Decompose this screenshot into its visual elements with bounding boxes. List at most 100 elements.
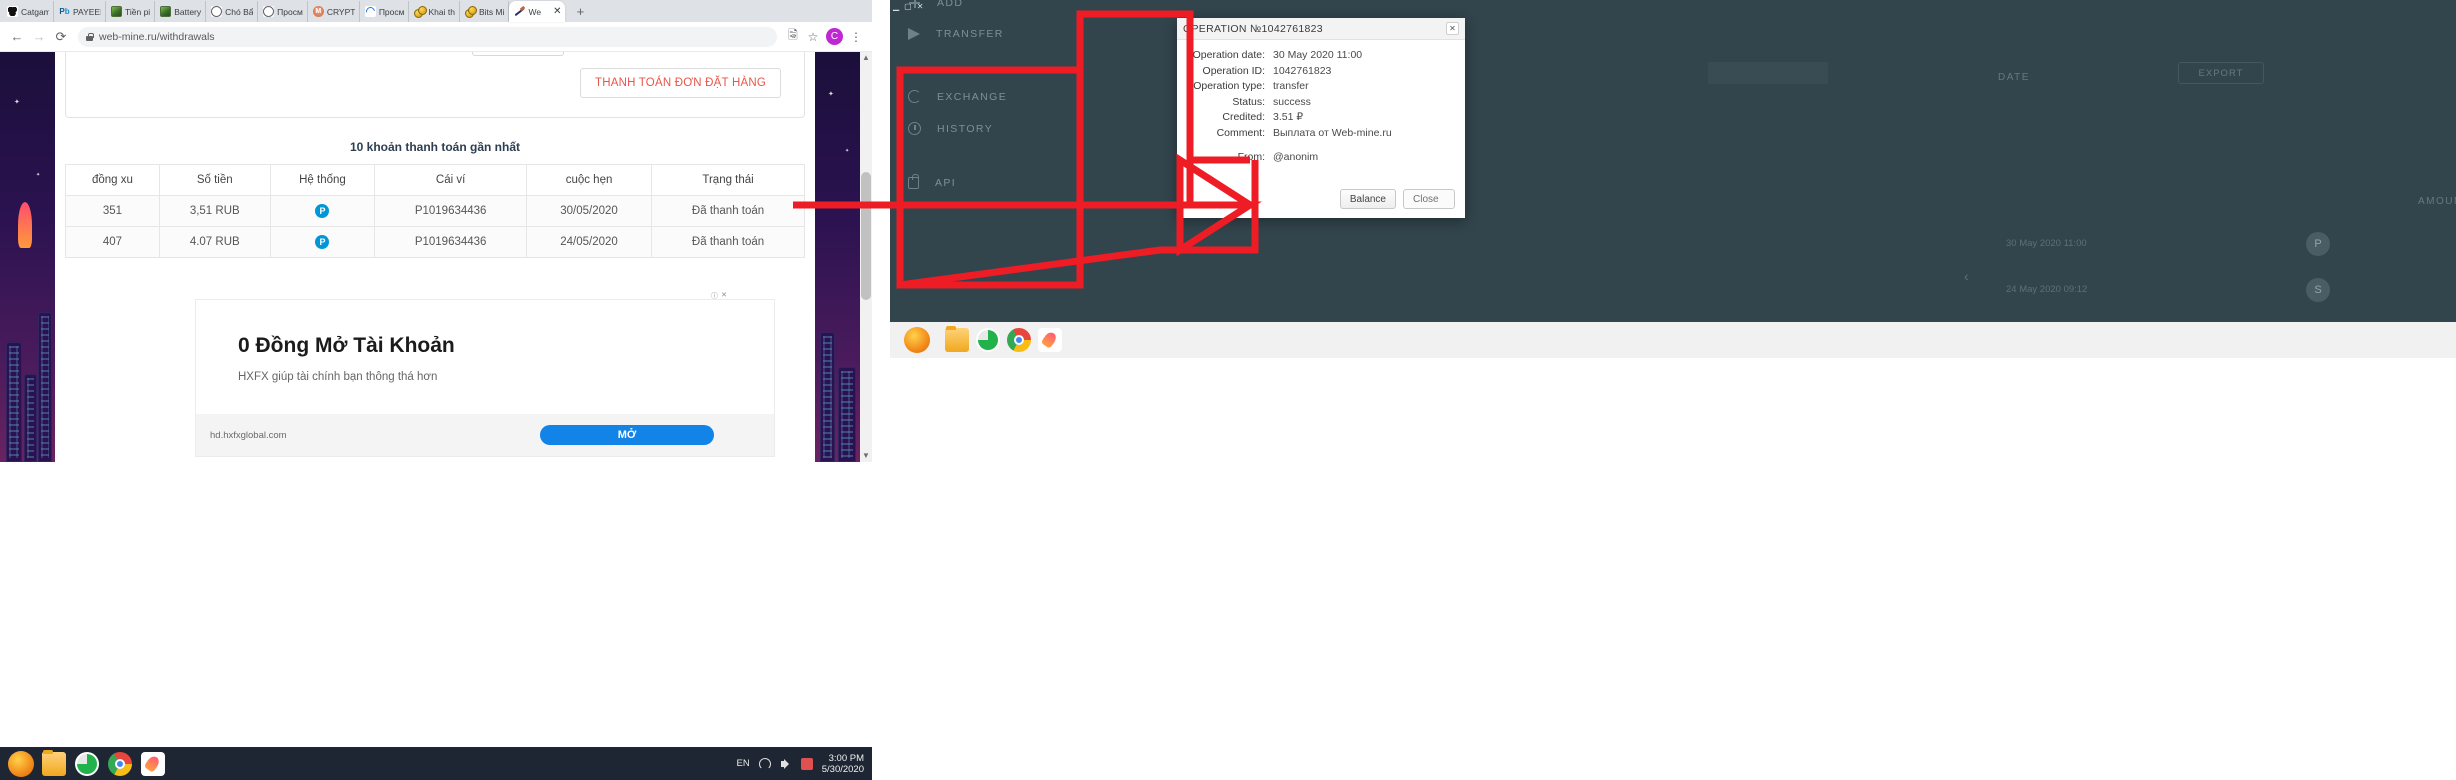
sidebar-item-api[interactable]: API bbox=[908, 174, 957, 189]
order-panel: THANH TOÁN ĐƠN ĐẶT HÀNG bbox=[65, 52, 805, 118]
wifi-icon[interactable] bbox=[758, 757, 771, 770]
dialog-titlebar: OPERATION №1042761823 ✕ bbox=[1177, 18, 1465, 40]
star-decoration: ✦ bbox=[845, 148, 850, 154]
rocket-app-icon[interactable] bbox=[1038, 328, 1062, 352]
reload-icon[interactable]: ⟳ bbox=[50, 26, 72, 48]
scroll-down-icon[interactable]: ▼ bbox=[861, 452, 871, 460]
tab-label: Chó Bẩ bbox=[225, 6, 254, 17]
sidebar-item-label: API bbox=[935, 177, 957, 189]
column-header-date: cuộc hẹn bbox=[525, 164, 653, 196]
rocket-app-icon[interactable] bbox=[141, 751, 165, 776]
chrome-icon[interactable] bbox=[1007, 328, 1031, 352]
pay-order-button[interactable]: THANH TOÁN ĐƠN ĐẶT HÀNG bbox=[579, 68, 781, 98]
scroll-up-icon[interactable]: ▲ bbox=[861, 54, 871, 62]
close-button[interactable]: Close bbox=[1403, 189, 1455, 209]
ad-info-icon[interactable]: ⓘ bbox=[711, 291, 718, 301]
browser-menu-icon[interactable]: ⋮ bbox=[846, 27, 866, 47]
cell-system: P bbox=[269, 195, 376, 227]
browser-tab-prosm-1[interactable]: Просм bbox=[258, 1, 308, 22]
ad-cta-button[interactable]: MỞ bbox=[540, 425, 714, 445]
prev-page-icon[interactable]: ‹ bbox=[1964, 268, 1969, 284]
close-icon[interactable]: ✕ bbox=[1446, 22, 1459, 35]
field-credited: Credited: 3.51 ₽ bbox=[1187, 111, 1455, 123]
field-value: success bbox=[1273, 95, 1311, 108]
tab-label: We bbox=[528, 6, 542, 17]
back-icon[interactable]: ← bbox=[6, 26, 28, 48]
sidebar-item-exchange[interactable]: EXCHANGE bbox=[908, 90, 1007, 103]
ad-footer: hd.hxfxglobal.com MỞ bbox=[196, 414, 774, 456]
translate-icon[interactable]: 🗟 bbox=[783, 27, 803, 47]
sidebar-item-transfer[interactable]: TRANSFER bbox=[908, 28, 1004, 40]
browser-tab-catgam[interactable]: Catgam bbox=[2, 1, 54, 22]
new-tab-button[interactable]: + bbox=[569, 1, 591, 22]
building-decoration bbox=[38, 312, 52, 462]
export-button[interactable]: EXPORT bbox=[2178, 62, 2264, 84]
table-row[interactable]: 351 3,51 RUB P P1019634436 30/05/2020 Đã… bbox=[65, 195, 805, 227]
taskbar-clock[interactable]: 3:00 PM 5/30/2020 bbox=[822, 753, 864, 775]
language-indicator[interactable]: EN bbox=[737, 758, 750, 769]
dialog-actions: Balance Close bbox=[1339, 189, 1455, 209]
browser-tab-web-mine-active[interactable]: We ✕ bbox=[509, 1, 566, 22]
green-app-icon[interactable] bbox=[75, 751, 99, 776]
field-value: 3.51 ₽ bbox=[1273, 111, 1304, 123]
chrome-icon[interactable] bbox=[108, 751, 132, 776]
column-header-coin: đồng xu bbox=[65, 164, 160, 196]
balance-button[interactable]: Balance bbox=[1339, 189, 1396, 209]
browser-tab-crypto[interactable]: CRYPTO bbox=[308, 1, 360, 22]
sidebar-item-add[interactable]: ADD bbox=[908, 0, 963, 9]
operation-badge: S bbox=[2306, 278, 2330, 302]
sidebar-item-history[interactable]: HISTORY bbox=[908, 122, 993, 135]
start-orb-icon[interactable] bbox=[8, 750, 34, 777]
dialog-body: Operation date: 30 May 2020 11:00 Operat… bbox=[1177, 40, 1465, 163]
browser-tab-prosm-2[interactable]: Просм bbox=[360, 1, 410, 22]
browser-tab-bits-mi[interactable]: Bits Mi bbox=[460, 1, 510, 22]
browser-tab-cho-ba[interactable]: Chó Bẩ bbox=[206, 1, 259, 22]
building-decoration bbox=[820, 332, 835, 462]
amount-input[interactable] bbox=[472, 52, 564, 56]
plus-icon bbox=[908, 0, 921, 9]
start-orb-icon[interactable] bbox=[904, 327, 930, 353]
history-icon bbox=[908, 122, 921, 135]
system-tray: EN 3:00 PM 5/30/2020 bbox=[737, 747, 864, 780]
browser-tab-battery[interactable]: Battery bbox=[155, 1, 207, 22]
star-decoration: ✦ bbox=[36, 172, 41, 178]
globe-icon bbox=[263, 6, 275, 17]
field-operation-id: Operation ID: 1042761823 bbox=[1187, 65, 1455, 77]
close-icon[interactable]: ✕ bbox=[551, 6, 561, 17]
browser-tab-tien-pi[interactable]: Tiền pi bbox=[106, 1, 156, 22]
payeer-icon: P bbox=[315, 235, 330, 249]
payeer-icon: Pb bbox=[59, 7, 70, 16]
amount-column-label: AMOUNT bbox=[2418, 196, 2456, 207]
filter-field[interactable] bbox=[1708, 62, 1828, 84]
cell-date: 24/05/2020 bbox=[525, 226, 653, 258]
forward-icon[interactable]: → bbox=[28, 26, 50, 48]
bookmark-star-icon[interactable]: ☆ bbox=[803, 27, 823, 47]
green-app-icon[interactable] bbox=[976, 328, 1000, 352]
avatar[interactable]: C bbox=[826, 28, 843, 45]
browser-tab-khai-th[interactable]: Khai th bbox=[409, 1, 460, 22]
folder-icon[interactable] bbox=[945, 326, 969, 352]
cell-status: Đã thanh toán bbox=[651, 195, 805, 227]
page-scrollbar[interactable]: ▲ ▼ bbox=[860, 52, 872, 462]
field-value: Выплата от Web-mine.ru bbox=[1273, 126, 1392, 139]
ad-close-icon[interactable]: ✕ bbox=[721, 291, 727, 299]
field-comment: Comment: Выплата от Web-mine.ru bbox=[1187, 127, 1455, 139]
scrollbar-thumb[interactable] bbox=[861, 172, 871, 300]
tab-label: CRYPTO bbox=[326, 6, 355, 17]
folder-icon[interactable] bbox=[42, 749, 66, 776]
security-icon[interactable] bbox=[800, 757, 813, 770]
column-header-wallet: Cái ví bbox=[374, 164, 527, 196]
table-row[interactable]: 407 4.07 RUB P P1019634436 24/05/2020 Đã… bbox=[65, 226, 805, 258]
volume-icon[interactable] bbox=[780, 758, 792, 770]
cell-amount: 4.07 RUB bbox=[158, 226, 271, 258]
field-key: From: bbox=[1237, 150, 1265, 163]
recent-payments-heading: 10 khoản thanh toán gần nhất bbox=[349, 140, 520, 154]
address-bar[interactable]: web-mine.ru/withdrawals bbox=[78, 26, 777, 47]
browser-tab-payeer[interactable]: Pb PAYEER bbox=[54, 1, 106, 22]
field-value: 30 May 2020 11:00 bbox=[1273, 49, 1363, 61]
advertisement-block[interactable]: ⓘ ✕ 0 Đồng Mở Tài Khoản HXFX giúp tài ch… bbox=[195, 292, 775, 457]
table-header-row: đồng xu Số tiền Hệ thống Cái ví cuộc hẹn… bbox=[65, 164, 805, 196]
send-icon bbox=[908, 28, 920, 40]
column-header-system: Hệ thống bbox=[269, 164, 376, 196]
clock-date: 5/30/2020 bbox=[821, 763, 864, 775]
